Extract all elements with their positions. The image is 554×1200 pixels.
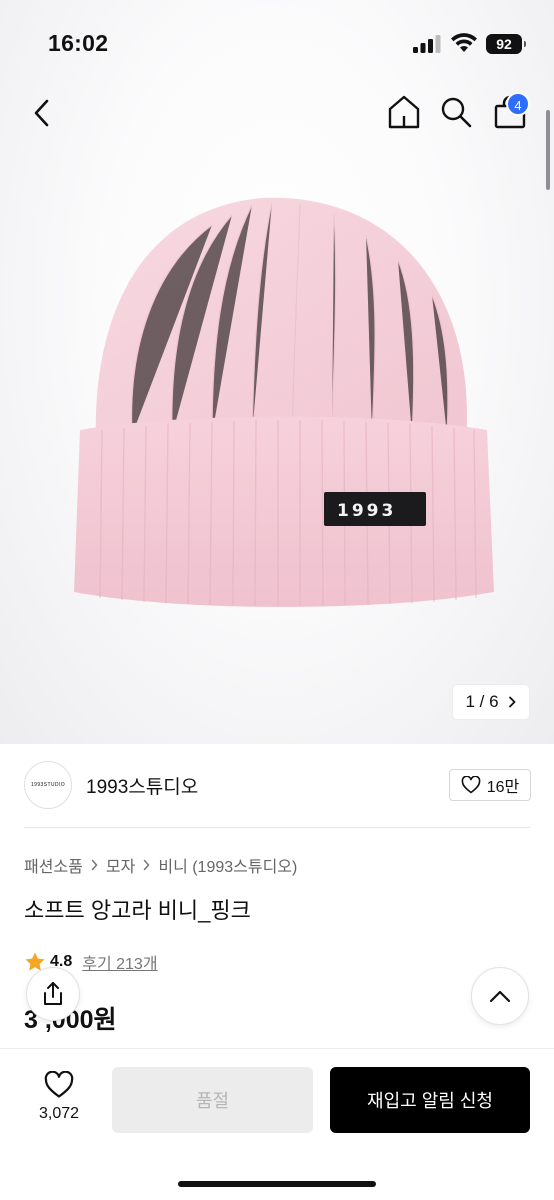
home-icon[interactable] (386, 94, 422, 130)
search-icon[interactable] (438, 94, 474, 130)
patch-text: 1993 (337, 501, 396, 521)
cart-badge: 4 (506, 92, 530, 116)
share-icon (44, 982, 62, 1005)
bottom-action-bar: 3,072 품절 재입고 알림 신청 (0, 1048, 554, 1200)
brand-like-count: 16만 (486, 779, 520, 796)
status-time: 16:02 (48, 30, 109, 56)
restock-alert-button[interactable]: 재입고 알림 신청 (330, 1067, 530, 1133)
chevron-right-icon (91, 859, 98, 871)
image-counter[interactable]: 1 / 6 (453, 685, 529, 719)
product-image-area[interactable]: 16:02 92 4 1993 1 / 6 (0, 0, 554, 744)
scroll-indicator (546, 110, 550, 190)
brand-logo-text: 1993STUDIO (30, 782, 65, 788)
breadcrumb-item[interactable]: 비니 (1993스튜디오) (158, 853, 297, 877)
battery-icon: 92 (486, 34, 526, 54)
scroll-top-button[interactable] (471, 967, 529, 1025)
heart-outline-icon (44, 1071, 74, 1098)
chevron-right-icon (508, 696, 515, 708)
status-bar: 16:02 92 (0, 0, 554, 88)
chevron-right-icon (144, 859, 150, 871)
wish-count: 3,072 (38, 1105, 80, 1122)
beanie-product-photo: 1993 (74, 197, 494, 607)
product-title: 소프트 앙고라 비니_핑크 (24, 898, 251, 923)
home-indicator (178, 1181, 376, 1187)
breadcrumb-item[interactable]: 패션소품 (24, 853, 83, 877)
wifi-icon (451, 33, 477, 52)
brand-row[interactable]: 1993STUDIO 1993스튜디오 16만 (24, 744, 531, 828)
signal-icon (413, 35, 441, 53)
image-counter-text: 1 / 6 (465, 692, 499, 711)
brand-name[interactable]: 1993스튜디오 (86, 772, 198, 799)
breadcrumb: 패션소품 모자 비니 (1993스튜디오) (24, 853, 297, 877)
back-chevron-icon[interactable] (28, 96, 58, 130)
wish-button[interactable]: 3,072 (26, 1071, 92, 1123)
brand-like-button[interactable]: 16만 (449, 769, 531, 801)
chevron-up-icon (489, 990, 511, 1003)
share-button[interactable] (26, 967, 80, 1021)
heart-outline-icon (461, 776, 481, 794)
brand-logo[interactable]: 1993STUDIO (24, 761, 72, 809)
breadcrumb-item[interactable]: 모자 (106, 853, 135, 877)
soldout-button[interactable]: 품절 (112, 1067, 313, 1133)
review-link[interactable]: 후기 213개 (82, 950, 157, 974)
